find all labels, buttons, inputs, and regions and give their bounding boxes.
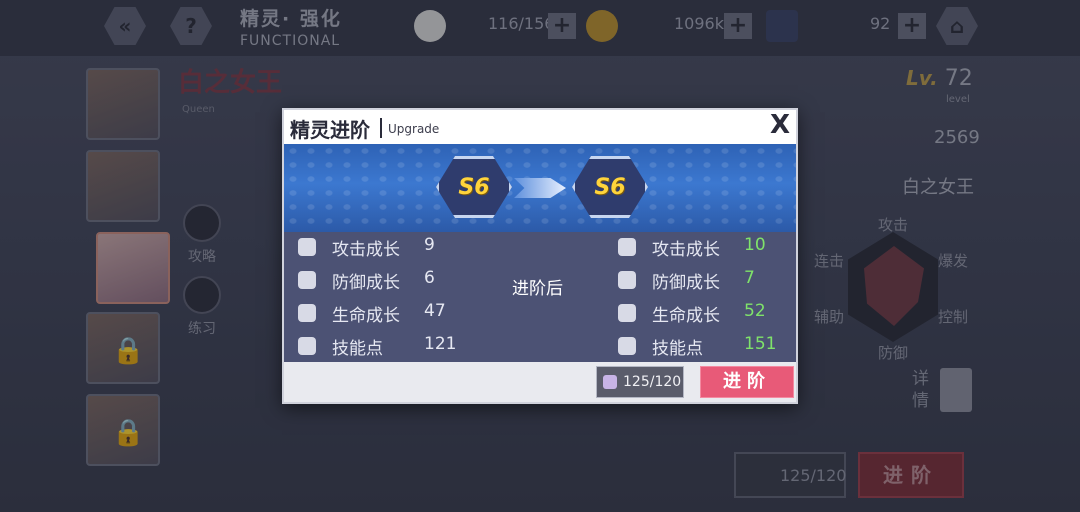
upgrade-button[interactable]: 进阶 <box>700 366 794 398</box>
stat-value: 151 <box>744 334 777 354</box>
feather-icon <box>618 337 636 355</box>
upgrade-cost: 125/120 <box>596 366 684 398</box>
stat-label: 攻击成长 <box>652 240 720 260</box>
upgrade-cost-value: 125/120 <box>623 374 682 390</box>
shield-icon <box>618 271 636 289</box>
stat-label: 生命成长 <box>332 306 400 326</box>
stat-value: 52 <box>744 301 766 321</box>
stat-label: 防御成长 <box>652 273 720 293</box>
dialog-subtitle: Upgrade <box>388 122 440 136</box>
grade-banner: S6 S6 <box>284 144 796 232</box>
dialog-footer: 125/120 进阶 <box>284 362 796 402</box>
feather-icon <box>298 337 316 355</box>
dialog-title: 精灵进阶 <box>290 118 370 142</box>
title-divider <box>380 118 382 138</box>
dialog-header: 精灵进阶 Upgrade X <box>284 110 796 144</box>
stat-value: 6 <box>424 268 435 288</box>
stat-value: 9 <box>424 235 435 255</box>
stat-label: 技能点 <box>652 339 703 359</box>
stat-value: 47 <box>424 301 446 321</box>
after-upgrade-label: 进阶后 <box>512 279 563 299</box>
stat-comparison: 攻击成长 9 防御成长 6 生命成长 47 技能点 121 进阶后 攻击成长 1… <box>284 232 796 362</box>
stat-label: 防御成长 <box>332 273 400 293</box>
stat-value: 121 <box>424 334 457 354</box>
stat-value: 10 <box>744 235 766 255</box>
stat-value: 7 <box>744 268 755 288</box>
close-button[interactable]: X <box>770 110 790 140</box>
crystal-icon <box>603 375 617 389</box>
sword-icon <box>298 238 316 256</box>
upgrade-dialog: 精灵进阶 Upgrade X S6 S6 攻击成长 9 防御成长 6 生命成长 … <box>282 108 798 404</box>
shield-icon <box>298 271 316 289</box>
heart-icon <box>618 304 636 322</box>
sword-icon <box>618 238 636 256</box>
stat-label: 攻击成长 <box>332 240 400 260</box>
stat-label: 技能点 <box>332 339 383 359</box>
heart-icon <box>298 304 316 322</box>
stat-label: 生命成长 <box>652 306 720 326</box>
